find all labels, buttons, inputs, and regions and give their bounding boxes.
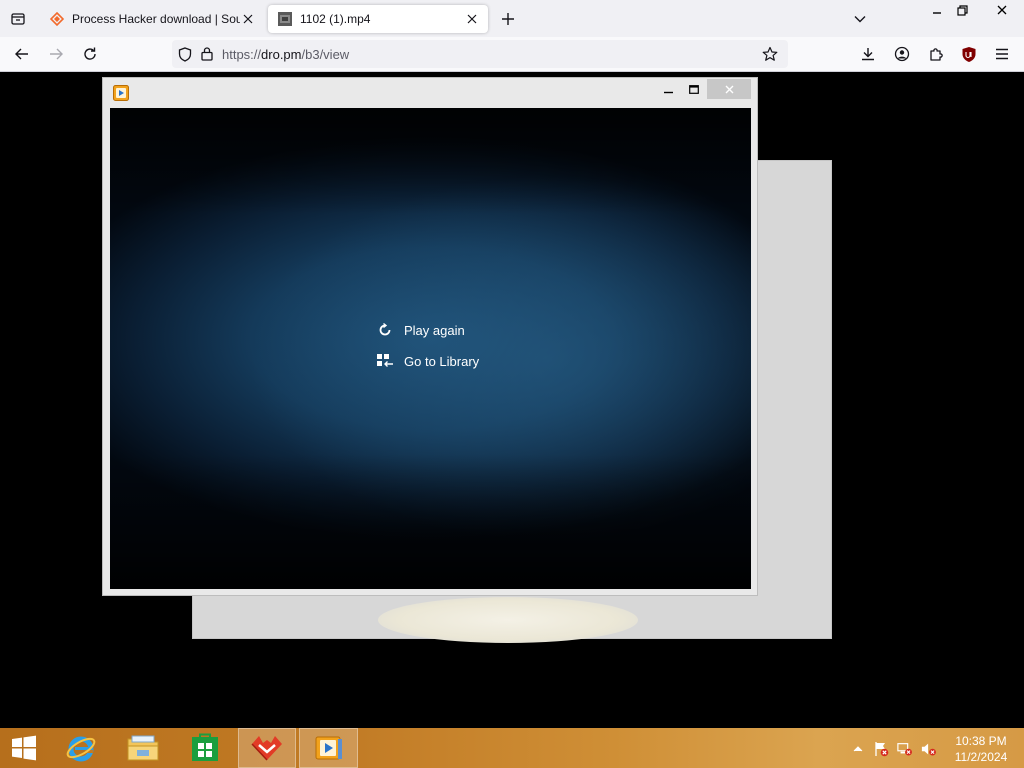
restore-icon <box>956 4 968 16</box>
minimize-icon <box>663 91 673 93</box>
play-again-button[interactable]: Play again <box>376 321 465 339</box>
clock-date: 11/2/2024 <box>954 750 1008 764</box>
browser-tab-strip: Process Hacker download | Sou 1102 (1).m… <box>0 0 1024 37</box>
account-button[interactable] <box>889 41 915 67</box>
bookmark-star-icon[interactable] <box>762 46 778 62</box>
replay-icon <box>376 321 394 339</box>
player-title-bar <box>103 78 757 106</box>
forward-button[interactable] <box>43 41 69 67</box>
browser-nav-bar: https://dro.pm/b3/view <box>0 37 1024 72</box>
window-restore-button[interactable] <box>946 0 978 20</box>
minimize-icon <box>933 12 941 14</box>
hamburger-menu-icon <box>996 48 1008 60</box>
url-bar[interactable]: https://dro.pm/b3/view <box>172 40 788 68</box>
tab-list-button[interactable] <box>4 5 32 33</box>
arrow-right-icon <box>50 48 63 60</box>
speaker-muted-icon <box>921 743 936 756</box>
plus-icon <box>502 13 514 25</box>
url-text: https://dro.pm/b3/view <box>222 47 349 62</box>
url-host: dro.pm <box>261 47 302 62</box>
windows-media-player-icon <box>315 736 342 760</box>
arrow-left-icon <box>15 48 28 60</box>
go-to-library-button[interactable]: Go to Library <box>376 352 479 370</box>
clock-time: 10:38 PM <box>955 734 1007 748</box>
download-icon <box>862 48 874 61</box>
new-tab-button[interactable] <box>496 8 520 30</box>
back-button[interactable] <box>9 41 35 67</box>
app-menu-button[interactable] <box>989 41 1015 67</box>
red-fox-app-icon <box>251 736 282 761</box>
window-close-button[interactable] <box>979 0 1024 20</box>
volume-tray-icon[interactable] <box>921 741 937 757</box>
taskbar-red-app[interactable] <box>238 728 296 768</box>
downloads-button[interactable] <box>855 41 881 67</box>
puzzle-icon <box>930 48 943 61</box>
chevron-down-icon <box>854 16 866 23</box>
video-area[interactable]: Play again Go to Library <box>110 108 751 589</box>
show-hidden-icons-button[interactable] <box>850 741 866 757</box>
player-minimize-button[interactable] <box>655 80 681 98</box>
tab-process-hacker[interactable]: Process Hacker download | Sou <box>40 5 264 33</box>
network-tray-icon[interactable] <box>897 741 913 757</box>
tab-title: Process Hacker download | Sou <box>72 12 240 26</box>
player-maximize-button[interactable] <box>681 80 707 98</box>
chevron-up-icon <box>853 746 863 752</box>
reload-button[interactable] <box>77 41 103 67</box>
tab-close-icon[interactable] <box>464 11 480 27</box>
reload-icon <box>84 47 96 60</box>
close-icon <box>997 5 1006 15</box>
tab-close-icon[interactable] <box>240 11 256 27</box>
tab-title: 1102 (1).mp4 <box>300 12 371 26</box>
video-thumbnail-favicon-icon <box>278 12 292 26</box>
library-icon <box>376 352 394 370</box>
start-button[interactable] <box>0 728 48 768</box>
url-scheme: https:// <box>222 47 262 62</box>
tab-list-icon <box>11 13 25 25</box>
ublock-origin-button[interactable] <box>956 41 982 67</box>
taskbar-media-player[interactable] <box>299 728 358 768</box>
tab-video[interactable]: 1102 (1).mp4 <box>268 5 488 33</box>
flag-warning-icon <box>875 742 889 757</box>
sourceforge-favicon-icon <box>50 12 64 26</box>
tracking-shield-icon[interactable] <box>178 47 192 62</box>
folder-icon <box>127 735 159 761</box>
windows-media-player-icon <box>113 85 129 101</box>
go-to-library-label: Go to Library <box>404 353 480 369</box>
store-icon <box>192 733 218 761</box>
internet-explorer-icon <box>66 736 96 762</box>
blurred-object <box>378 597 638 643</box>
close-icon <box>725 85 733 93</box>
taskbar-file-explorer[interactable] <box>118 728 168 768</box>
media-player-window: Play again Go to Library <box>102 77 758 596</box>
url-path: /b3/view <box>301 47 350 62</box>
action-center-tray-icon[interactable] <box>873 741 889 757</box>
account-icon <box>894 46 910 62</box>
extensions-button[interactable] <box>923 41 949 67</box>
maximize-icon <box>689 84 699 94</box>
taskbar-store[interactable] <box>180 728 230 768</box>
list-all-tabs-button[interactable] <box>850 9 870 29</box>
ublock-shield-icon <box>962 46 976 62</box>
taskbar-internet-explorer[interactable] <box>56 728 106 768</box>
taskbar-clock[interactable]: 10:38 PM 11/2/2024 <box>945 733 1017 765</box>
windows-logo-icon <box>12 735 36 761</box>
play-again-label: Play again <box>404 322 465 338</box>
lock-icon[interactable] <box>200 46 214 61</box>
player-close-button[interactable] <box>707 79 751 99</box>
network-disconnected-icon <box>897 743 912 756</box>
